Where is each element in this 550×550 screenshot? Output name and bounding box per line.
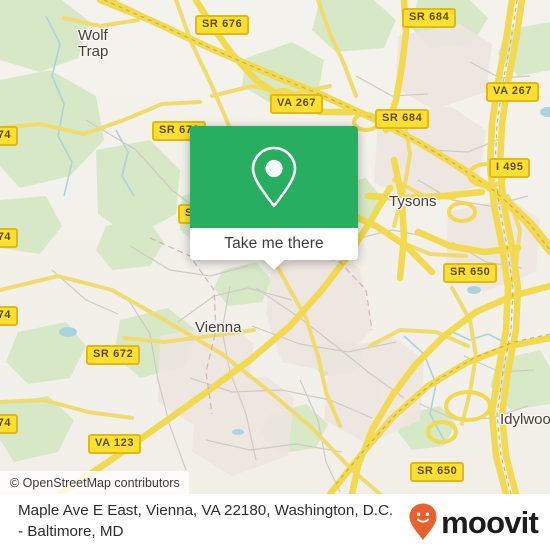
moovit-wordmark: moovit bbox=[441, 504, 539, 540]
map-attribution[interactable]: © OpenStreetMap contributors bbox=[0, 471, 189, 494]
highway-shield-va-123: VA 123 bbox=[88, 434, 142, 454]
highway-shield-sr-672: SR 672 bbox=[86, 345, 141, 365]
highway-shield-i-495: I 495 bbox=[489, 158, 531, 178]
highway-shield-674-edge-d: 674 bbox=[0, 414, 19, 434]
highway-shield-674-edge-c: 674 bbox=[0, 306, 19, 326]
moovit-logo[interactable]: moovit bbox=[408, 502, 539, 542]
callout-body: Take me there bbox=[190, 126, 358, 260]
address-text: Maple Ave E East, Vienna, VA 22180, Wash… bbox=[18, 501, 408, 543]
highway-shield-sr-650-north: SR 650 bbox=[443, 263, 498, 283]
highway-shield-sr-684-south: SR 684 bbox=[375, 109, 430, 129]
footer-bar: Maple Ave E East, Vienna, VA 22180, Wash… bbox=[0, 494, 550, 550]
callout-pointer-tail bbox=[263, 259, 285, 270]
map-screenshot-page: Wolf Trap Tysons Vienna Idylwood SR 676 … bbox=[0, 0, 550, 550]
highway-shield-sr-676-north: SR 676 bbox=[195, 15, 250, 35]
map-pin-icon bbox=[251, 146, 297, 208]
callout-image-area bbox=[190, 126, 358, 228]
moovit-pin-icon bbox=[409, 503, 437, 540]
highway-shield-va-267-west: VA 267 bbox=[270, 94, 324, 114]
take-me-there-label: Take me there bbox=[224, 235, 324, 252]
location-callout-card[interactable]: Take me there bbox=[190, 126, 358, 270]
highway-shield-sr-650-south: SR 650 bbox=[410, 462, 465, 482]
highway-shield-674-edge-b: 674 bbox=[0, 228, 19, 248]
highway-shield-va-267-east: VA 267 bbox=[486, 82, 540, 102]
callout-action-row[interactable]: Take me there bbox=[190, 228, 358, 260]
highway-shield-674-edge-a: 674 bbox=[0, 126, 19, 146]
map-viewport[interactable]: Wolf Trap Tysons Vienna Idylwood SR 676 … bbox=[0, 0, 550, 494]
highway-shield-sr-684-north: SR 684 bbox=[402, 8, 457, 28]
address-line-1: Maple Ave E East, Vienna, VA 22180, Wash… bbox=[18, 502, 359, 520]
attribution-text: © OpenStreetMap contributors bbox=[10, 475, 180, 490]
